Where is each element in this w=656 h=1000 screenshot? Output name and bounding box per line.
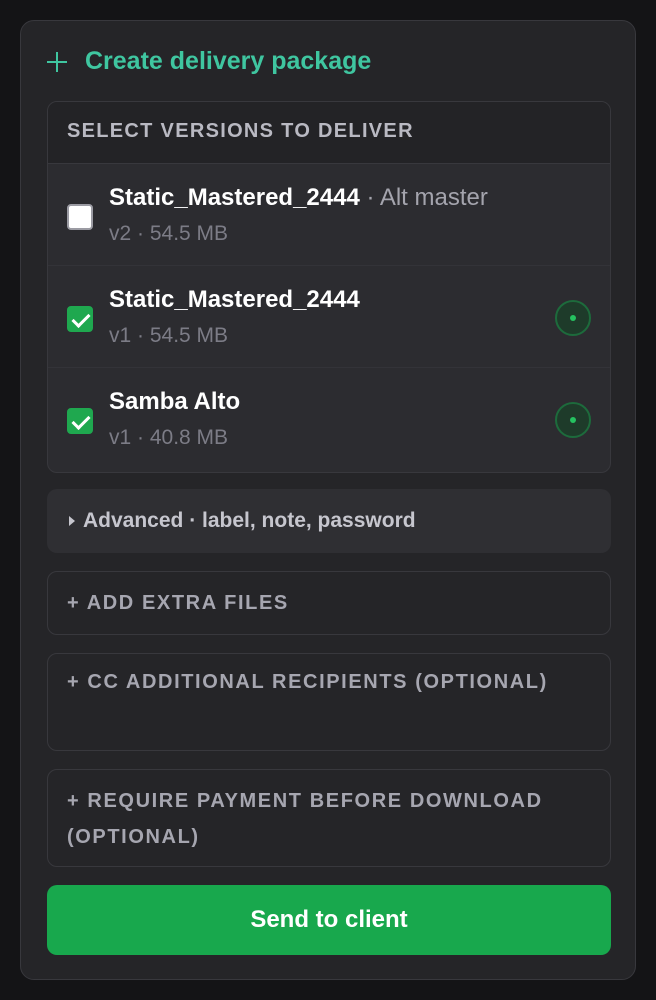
version-title: Static_Mastered_2444 · Alt master: [109, 184, 488, 212]
version-meta: v2 · 54.5 MB: [109, 222, 229, 245]
version-name: Static_Mastered_2444: [109, 184, 360, 211]
status-dot-icon: [555, 402, 591, 438]
version-checkbox[interactable]: [67, 204, 93, 230]
add-extra-files-button[interactable]: + ADD EXTRA FILES: [47, 571, 611, 635]
caret-right-icon: [69, 516, 75, 526]
version-meta: v1 · 40.8 MB: [109, 426, 229, 449]
cc-recipients-button[interactable]: + CC ADDITIONAL RECIPIENTS (OPTIONAL): [47, 653, 611, 751]
plus-icon: [47, 51, 67, 72]
version-name: Samba Alto: [109, 388, 241, 415]
version-title: Samba Alto: [109, 388, 240, 416]
advanced-toggle[interactable]: Advanced · label, note, password: [47, 489, 611, 553]
version-name: Static_Mastered_2444: [109, 286, 360, 313]
require-payment-button[interactable]: + REQUIRE PAYMENT BEFORE DOWNLOAD (OPTIO…: [47, 769, 611, 867]
version-row[interactable]: Static_Mastered_2444 v1 · 54.5 MB: [48, 266, 610, 368]
version-row[interactable]: Samba Alto v1 · 40.8 MB: [48, 368, 610, 470]
version-meta: v1 · 54.5 MB: [109, 324, 229, 347]
create-package-header[interactable]: Create delivery package: [47, 47, 371, 76]
status-dot-icon: [555, 300, 591, 336]
versions-title: SELECT VERSIONS TO DELIVER: [48, 102, 610, 164]
version-row[interactable]: Static_Mastered_2444 · Alt master v2 · 5…: [48, 164, 610, 266]
send-to-client-button[interactable]: Send to client: [47, 885, 611, 955]
versions-list: SELECT VERSIONS TO DELIVER Static_Master…: [47, 101, 611, 473]
version-alt-label: · Alt master: [366, 184, 488, 211]
header-title: Create delivery package: [85, 47, 372, 75]
version-checkbox[interactable]: [67, 306, 93, 332]
version-title: Static_Mastered_2444: [109, 286, 360, 314]
version-checkbox[interactable]: [67, 408, 93, 434]
advanced-label: Advanced · label, note, password: [83, 509, 416, 532]
delivery-panel: Create delivery package SELECT VERSIONS …: [20, 20, 636, 980]
